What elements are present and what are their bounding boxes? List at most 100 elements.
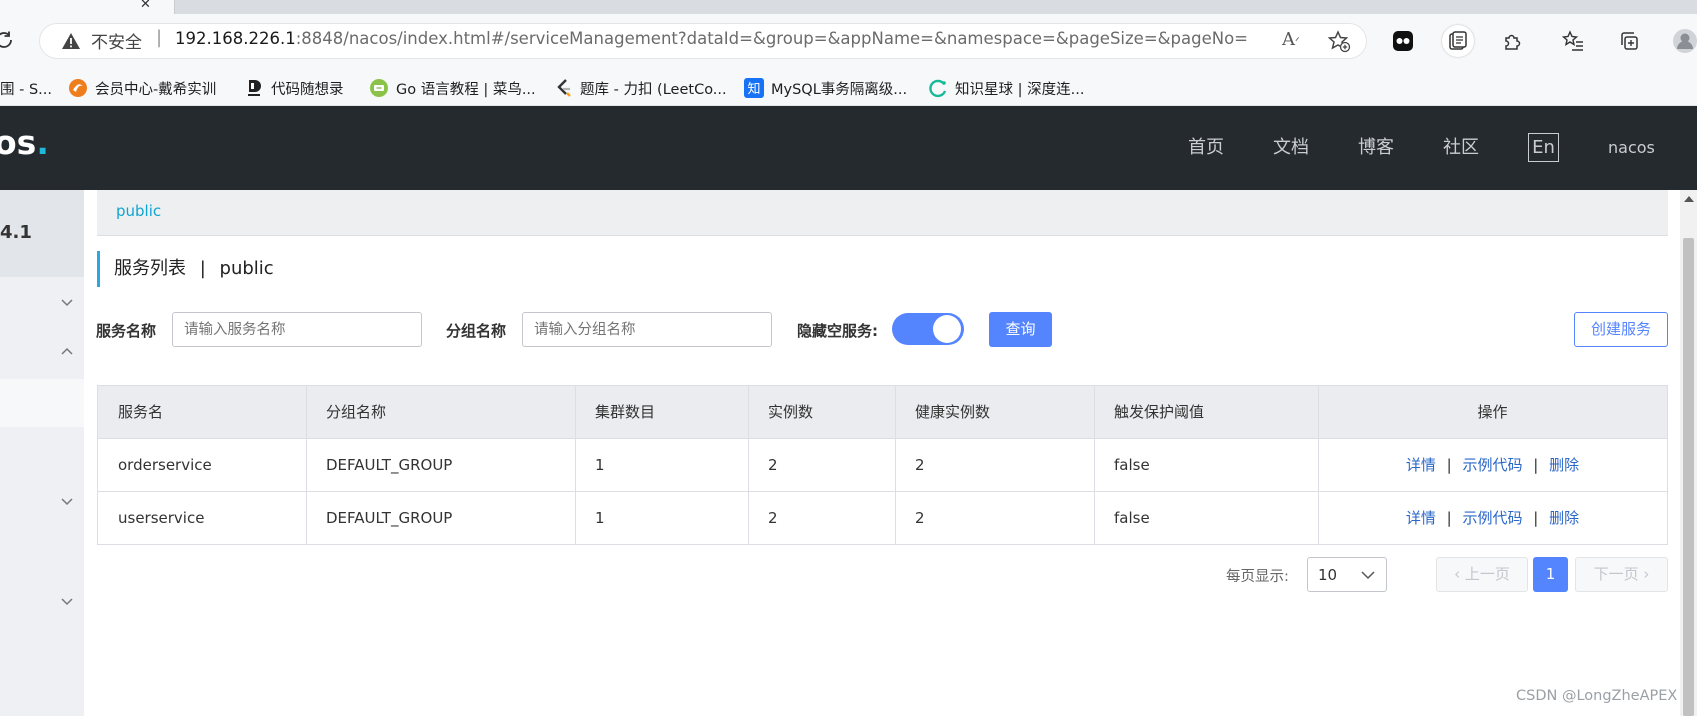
cell-threshold: false: [1114, 509, 1150, 527]
browser-tab[interactable]: ✕: [0, 0, 175, 14]
cell-group: DEFAULT_GROUP: [326, 456, 453, 474]
logo-dot: .: [36, 123, 49, 162]
page-scrollbar[interactable]: [1680, 190, 1697, 716]
page-1-button[interactable]: 1: [1533, 557, 1568, 592]
namespace-tab-public[interactable]: public: [116, 202, 161, 220]
bookmark-item[interactable]: 知识星球 | 深度连...: [928, 70, 1084, 106]
bookmark-item[interactable]: 围 - S...: [0, 70, 52, 106]
security-label[interactable]: 不安全: [91, 28, 142, 53]
detail-link[interactable]: 详情: [1406, 509, 1436, 527]
column-header-threshold[interactable]: 触发保护阈值: [1114, 386, 1204, 438]
zhihu-icon: 知: [744, 78, 764, 98]
hide-empty-toggle[interactable]: [892, 313, 964, 345]
chevron-left-icon: ‹: [1454, 565, 1461, 583]
favorite-add-icon[interactable]: [1327, 29, 1351, 53]
bookmark-item[interactable]: Go 语言教程 | 菜鸟...: [369, 70, 536, 106]
reload-icon[interactable]: [0, 28, 16, 52]
nav-community[interactable]: 社区: [1443, 106, 1479, 190]
hide-empty-label: 隐藏空服务:: [797, 322, 878, 340]
nav-blog[interactable]: 博客: [1358, 106, 1394, 190]
page-title-namespace: public: [219, 258, 274, 279]
nav-docs[interactable]: 文档: [1273, 106, 1309, 190]
create-service-label: 创建服务: [1590, 320, 1651, 338]
column-header-instances[interactable]: 实例数: [768, 386, 813, 438]
bookmark-label: Go 语言教程 | 菜鸟...: [396, 81, 536, 98]
column-header-healthy[interactable]: 健康实例数: [915, 386, 990, 438]
svg-text:知: 知: [747, 81, 760, 97]
bookmark-label: 代码随想录: [271, 81, 344, 98]
url-path: :8848/nacos/index.html#/serviceManagemen…: [295, 29, 1248, 48]
swirl-icon: [69, 79, 87, 97]
cell-service: userservice: [118, 509, 205, 527]
url-text[interactable]: 192.168.226.1:8848/nacos/index.html#/ser…: [175, 29, 1248, 48]
d-logo-icon: [248, 80, 261, 96]
action-separator: |: [1446, 509, 1452, 527]
current-page: 1: [1545, 565, 1556, 583]
warning-icon[interactable]: [61, 31, 81, 51]
chevron-down-icon: [1360, 568, 1376, 582]
cell-instances: 2: [768, 509, 778, 527]
bookmark-label: 题库 - 力扣 (LeetCo...: [580, 81, 727, 98]
extension-tampermonkey-icon[interactable]: [1387, 25, 1419, 57]
bookmark-label: 知识星球 | 深度连...: [955, 81, 1085, 98]
sample-code-link[interactable]: 示例代码: [1462, 509, 1522, 527]
sidebar-version-row: 4.1: [0, 190, 84, 277]
bookmark-item[interactable]: 代码随想录: [246, 70, 344, 106]
cell-healthy: 2: [915, 509, 925, 527]
language-label: En: [1532, 137, 1555, 158]
group-name-input[interactable]: [522, 312, 772, 347]
read-aloud-icon[interactable]: Aᐟ: [1282, 29, 1300, 50]
scrollbar-thumb[interactable]: [1683, 238, 1694, 716]
url-divider: |: [156, 27, 163, 48]
url-host: 192.168.226.1: [175, 29, 296, 48]
bookmark-item[interactable]: 会员中心-戴希实训: [68, 70, 216, 106]
column-header-service[interactable]: 服务名: [118, 386, 163, 438]
sidebar-menu-2-chevron-up-icon[interactable]: [60, 345, 74, 359]
scroll-up-arrow-icon[interactable]: [1684, 196, 1694, 202]
profile-avatar-icon[interactable]: [1672, 28, 1697, 54]
column-header-clusters[interactable]: 集群数目: [595, 386, 655, 438]
delete-link[interactable]: 删除: [1549, 456, 1579, 474]
cell-instances: 2: [768, 456, 778, 474]
sample-code-link[interactable]: 示例代码: [1462, 456, 1522, 474]
sidebar-item-selected[interactable]: [0, 379, 84, 427]
prev-page-button[interactable]: ‹ 上一页: [1436, 557, 1528, 592]
page-size-select[interactable]: 10: [1307, 557, 1387, 592]
cell-actions: 详情 | 示例代码 | 删除: [1318, 492, 1667, 544]
user-menu[interactable]: nacos: [1608, 106, 1655, 190]
bookmark-item[interactable]: 知 MySQL事务隔离级...: [744, 70, 907, 106]
cell-clusters: 1: [595, 456, 605, 474]
detail-link[interactable]: 详情: [1406, 456, 1436, 474]
bookmark-label: MySQL事务隔离级...: [771, 81, 908, 98]
cell-threshold: false: [1114, 456, 1150, 474]
service-name-input[interactable]: [172, 312, 422, 347]
sidebar-menu-3-chevron-down-icon[interactable]: [60, 494, 74, 508]
collections-icon[interactable]: [1613, 25, 1645, 57]
query-button[interactable]: 查询: [989, 312, 1052, 347]
namespace-bar: public: [97, 190, 1668, 236]
create-service-button[interactable]: 创建服务: [1574, 312, 1668, 347]
favorites-icon[interactable]: [1557, 25, 1589, 57]
delete-link[interactable]: 删除: [1549, 509, 1579, 527]
planet-icon: [929, 79, 947, 98]
sidebar-menu-4-chevron-down-icon[interactable]: [60, 594, 74, 608]
nav-home[interactable]: 首页: [1188, 106, 1224, 190]
page-size-label: 每页显示:: [1226, 569, 1289, 585]
action-separator: |: [1533, 509, 1539, 527]
page-title-separator: |: [199, 258, 206, 279]
next-page-button[interactable]: 下一页 ›: [1575, 557, 1668, 592]
extension-doc-icon[interactable]: [1442, 25, 1474, 57]
extensions-puzzle-icon[interactable]: [1497, 25, 1529, 57]
nacos-logo[interactable]: os.: [0, 123, 49, 162]
page-title: 服务列表 | public: [97, 251, 274, 287]
version-label: 4.1: [0, 222, 32, 243]
column-header-group[interactable]: 分组名称: [326, 386, 386, 438]
tab-close-icon[interactable]: ✕: [140, 0, 151, 12]
bookmark-item[interactable]: 题库 - 力扣 (LeetCo...: [555, 70, 727, 106]
language-toggle-button[interactable]: En: [1528, 133, 1559, 162]
cell-service: orderservice: [118, 456, 212, 474]
service-name-label: 服务名称: [96, 322, 157, 340]
sidebar-menu-1-chevron-down-icon[interactable]: [60, 295, 74, 309]
leetcode-icon: [557, 79, 571, 97]
tab-strip: [0, 0, 1697, 14]
